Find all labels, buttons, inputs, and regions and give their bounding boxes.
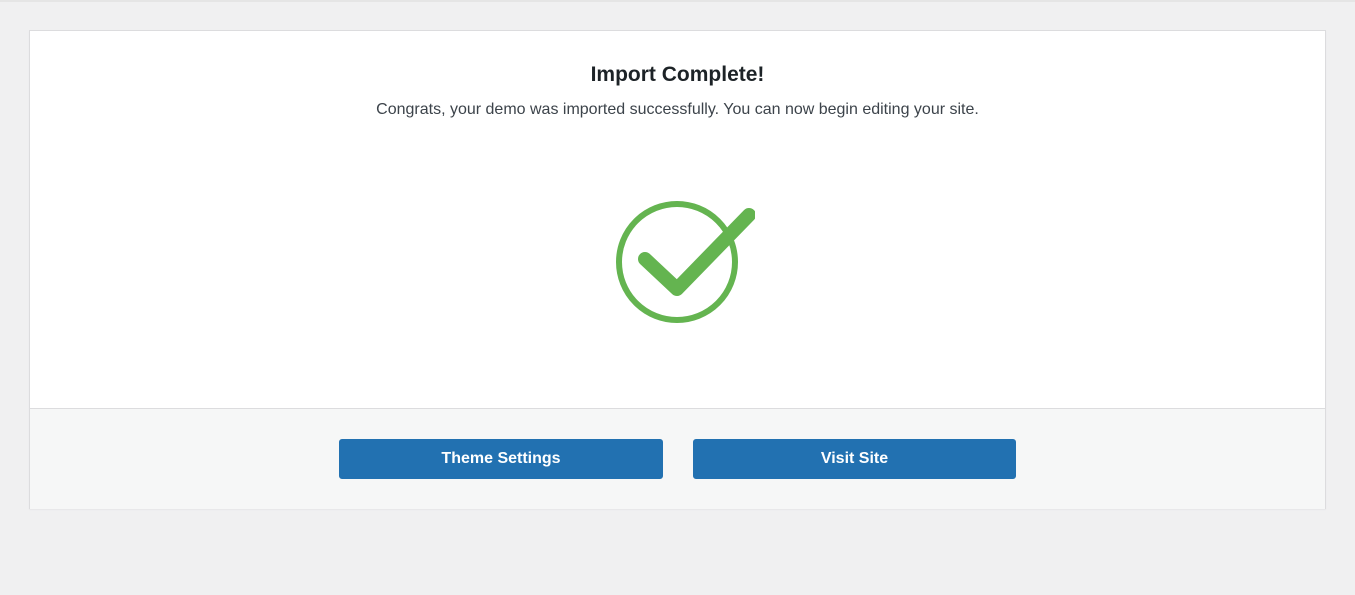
- success-message: Congrats, your demo was imported success…: [376, 101, 979, 118]
- top-divider: [0, 0, 1355, 2]
- theme-settings-button[interactable]: Theme Settings: [339, 439, 663, 479]
- panel-footer: Theme Settings Visit Site: [30, 408, 1325, 509]
- visit-site-button[interactable]: Visit Site: [693, 439, 1016, 479]
- page-title: Import Complete!: [590, 63, 765, 86]
- panel-body: Import Complete! Congrats, your demo was…: [30, 31, 1325, 408]
- import-complete-panel: Import Complete! Congrats, your demo was…: [29, 30, 1326, 509]
- check-circle-icon: [613, 197, 756, 325]
